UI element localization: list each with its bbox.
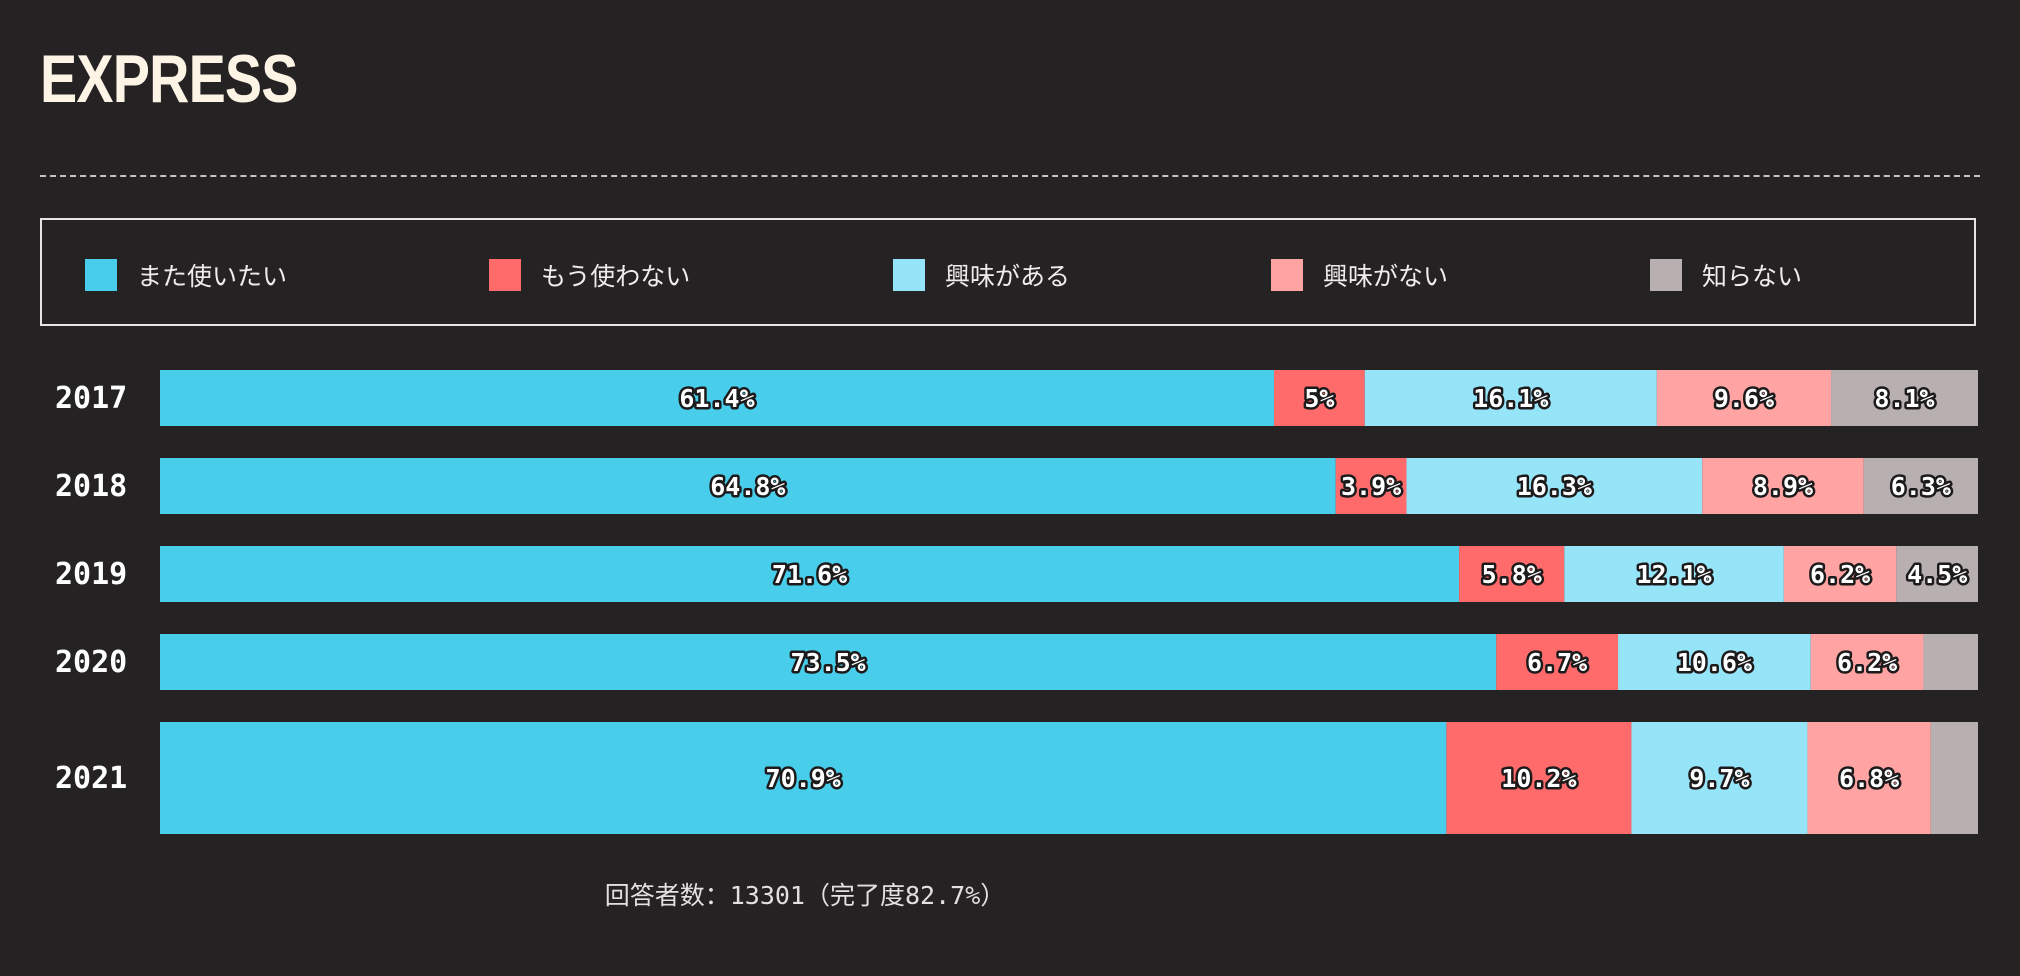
completion-rate: 82.7% xyxy=(905,881,981,910)
data-label: 6.8% xyxy=(1839,764,1899,793)
y-tick-label: 2017 xyxy=(55,381,127,416)
y-tick-label: 2021 xyxy=(55,761,127,796)
data-label: 70.9% xyxy=(766,764,841,793)
data-label: 12.1% xyxy=(1636,560,1711,589)
footer-note: 回答者数：13301（完了度82.7%） xyxy=(0,876,1610,912)
data-label: 8.9% xyxy=(1753,472,1813,501)
data-label: 10.2% xyxy=(1501,764,1576,793)
bar-segment xyxy=(1930,722,1978,834)
completion-close: ） xyxy=(980,881,1006,910)
data-label: 16.3% xyxy=(1517,472,1592,501)
data-label: 6.2% xyxy=(1837,648,1897,677)
respondents-count: 13301 xyxy=(729,881,805,910)
data-label: 71.6% xyxy=(772,560,847,589)
data-label: 3.9% xyxy=(1341,472,1401,501)
data-label: 61.4% xyxy=(679,384,754,413)
data-label: 10.6% xyxy=(1677,648,1752,677)
data-label: 5% xyxy=(1304,384,1334,413)
data-label: 9.7% xyxy=(1689,764,1749,793)
data-label: 6.3% xyxy=(1891,472,1951,501)
respondents-label: 回答者数： xyxy=(604,881,730,910)
bar-segment xyxy=(1923,634,1978,690)
data-label: 8.1% xyxy=(1874,384,1934,413)
y-tick-label: 2019 xyxy=(55,557,127,592)
data-label: 5.8% xyxy=(1482,560,1542,589)
data-label: 73.5% xyxy=(790,648,865,677)
data-label: 6.2% xyxy=(1810,560,1870,589)
data-label: 6.7% xyxy=(1527,648,1587,677)
data-label: 4.5% xyxy=(1907,560,1967,589)
y-tick-label: 2018 xyxy=(55,469,127,504)
data-label: 16.1% xyxy=(1473,384,1548,413)
completion-label: （完了度 xyxy=(804,881,905,910)
data-label: 64.8% xyxy=(710,472,785,501)
data-label: 9.6% xyxy=(1714,384,1774,413)
stacked-bar-chart: 2017 61.4% 5% 16.1% 9.6% 8.1% 2018 64.8% 3.9% 16.… xyxy=(55,370,1978,834)
y-tick-label: 2020 xyxy=(55,645,127,680)
